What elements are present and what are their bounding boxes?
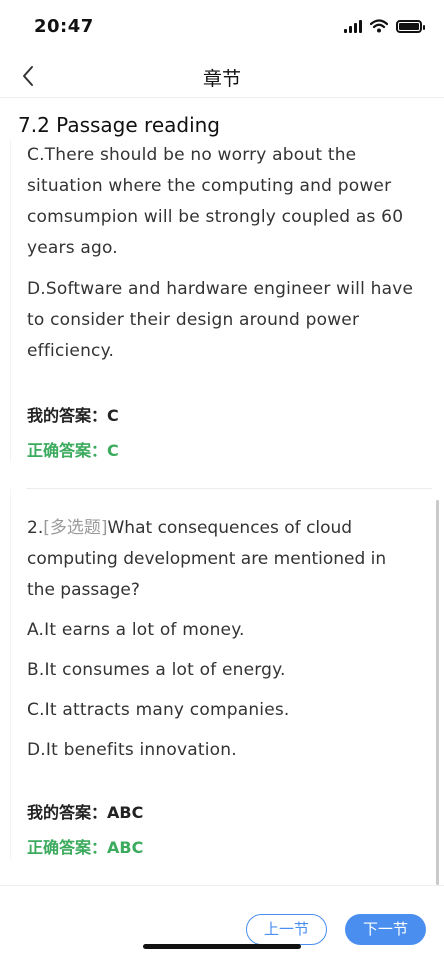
scrollbar[interactable] [436,500,439,885]
correct-answer-value: C [107,441,119,460]
nav-bar: 章节 [0,54,444,98]
status-icons [344,19,425,33]
section-title: 7.2 Passage reading [18,113,221,137]
wifi-icon [370,19,388,33]
home-indicator [143,944,301,949]
question-card-2: 2.[多选题]What consequences of cloud comput… [10,489,432,859]
my-answer-value: C [107,406,119,425]
my-answer: 我的答案：ABC [27,802,416,824]
question-card-1: C.There should be no worry about the sit… [10,140,432,462]
option-a: A.It earns a lot of money. [27,620,245,640]
question-scroll-area[interactable]: C.There should be no worry about the sit… [10,140,432,885]
option-c: C.There should be no worry about the sit… [27,145,404,258]
correct-answer: 正确答案：C [27,440,416,462]
answer-block: 我的答案：ABC 正确答案：ABC [27,802,416,859]
answer-block: 我的答案：C 正确答案：C [27,405,416,462]
option-b: B.It consumes a lot of energy. [27,660,286,680]
cellular-signal-icon [344,19,362,33]
status-bar: 20:47 [0,0,444,54]
my-answer-label: 我的答案： [27,803,108,822]
correct-answer-value: ABC [107,838,144,857]
question-stem: 2.[多选题]What consequences of cloud comput… [27,513,416,606]
correct-answer-label: 正确答案： [27,441,108,460]
next-section-button[interactable]: 下一节 [345,914,426,945]
my-answer-label: 我的答案： [27,406,108,425]
prev-section-button[interactable]: 上一节 [246,914,327,945]
page-title: 章节 [202,68,241,90]
option-d: D.It benefits innovation. [27,740,237,760]
question-number: 2. [27,518,44,538]
option-d: D.Software and hardware engineer will ha… [27,279,414,361]
option-c: C.It attracts many companies. [27,700,290,720]
correct-answer-label: 正确答案： [27,838,108,857]
my-answer: 我的答案：C [27,405,416,427]
question-type: [多选题] [43,518,108,538]
status-time: 20:47 [34,16,94,37]
battery-icon [396,19,425,33]
correct-answer: 正确答案：ABC [27,837,416,859]
my-answer-value: ABC [107,803,144,822]
